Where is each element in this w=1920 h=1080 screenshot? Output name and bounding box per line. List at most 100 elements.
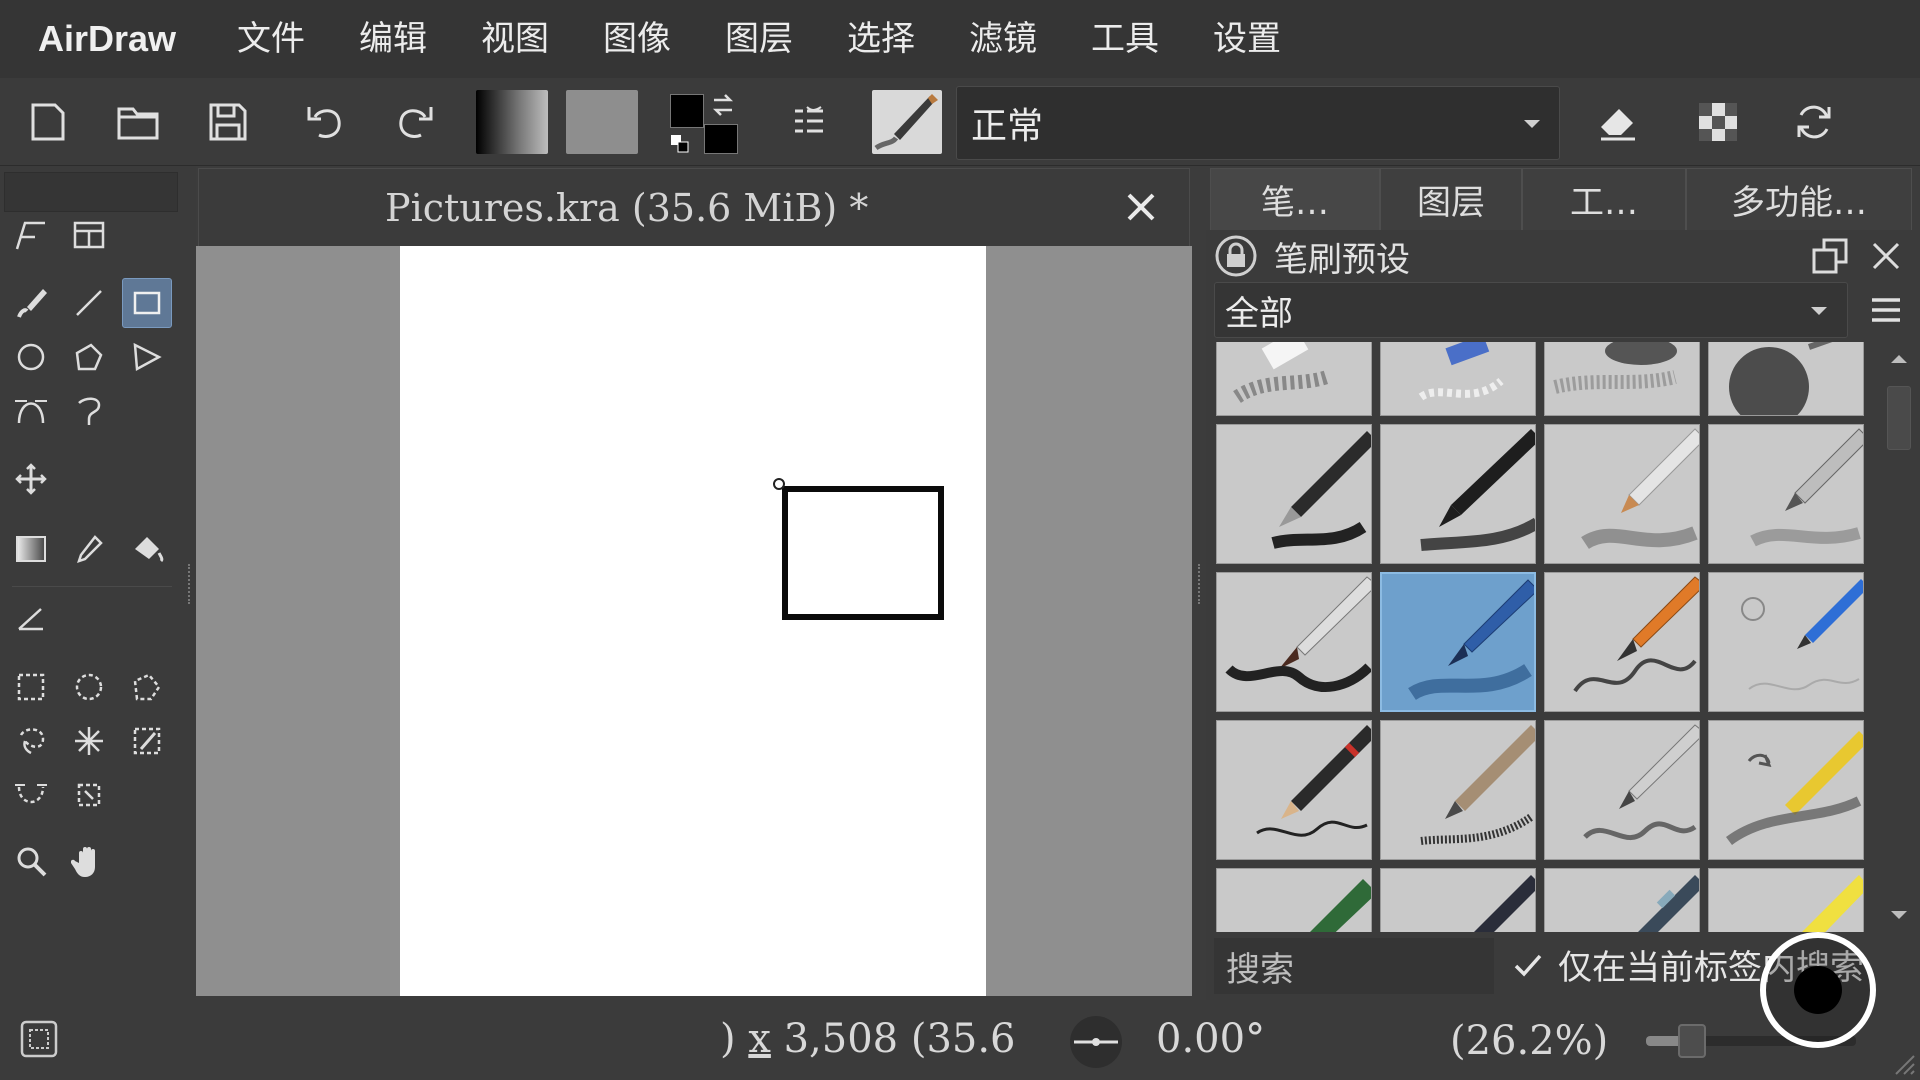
menu-filter[interactable]: 滤镜 [942,0,1064,78]
lock-icon[interactable] [1214,234,1258,278]
line-tool[interactable] [64,278,114,328]
brush-preset-fineliner[interactable] [1544,720,1700,860]
menu-edit[interactable]: 编辑 [332,0,454,78]
close-icon[interactable] [1866,236,1906,276]
freehand-select-tool[interactable] [6,716,56,766]
image-dimensions: ) x 3,508 (35.6 [720,1016,1016,1062]
brush-preset-pencil-blue[interactable] [1708,572,1864,712]
menu-tools[interactable]: 工具 [1064,0,1186,78]
dock-splitter[interactable] [1198,564,1202,604]
undo-button[interactable] [298,94,354,150]
polyline-tool[interactable] [122,332,172,382]
menu-layer[interactable]: 图层 [698,0,820,78]
brush-preset-pencil-dark[interactable] [1216,720,1372,860]
brush-preset-pencil-graphite[interactable] [1380,720,1536,860]
fill-tool[interactable] [122,524,172,574]
tab-layers[interactable]: 图层 [1380,168,1522,230]
ellipse-select-tool[interactable] [64,662,114,712]
freehand-path-tool[interactable] [64,386,114,436]
rectangle-select-tool[interactable] [6,662,56,712]
float-panel-icon[interactable] [1810,236,1850,276]
canvas-viewport[interactable] [196,246,1192,996]
swap-colors-icon[interactable] [708,90,738,120]
menu-select[interactable]: 选择 [820,0,942,78]
foreground-color-swatch[interactable] [670,94,704,128]
layout-tool[interactable] [64,210,114,260]
canvas-page[interactable] [400,246,986,996]
background-color-swatch[interactable] [704,124,738,154]
polygon-select-tool[interactable] [122,662,172,712]
current-brush-preset[interactable] [872,90,942,154]
pattern-selector[interactable] [566,90,638,154]
color-selector[interactable] [666,90,746,156]
brush-preset-eraser-soft[interactable] [1216,342,1372,416]
brush-preset-technical[interactable] [1544,868,1700,932]
menu-image[interactable]: 图像 [576,0,698,78]
brush-preset-pencil-green[interactable] [1216,868,1372,932]
zoom-tool[interactable] [6,836,56,886]
freehand-brush-tool[interactable] [6,278,56,328]
measure-tool[interactable] [6,594,56,644]
reload-preset-button[interactable] [1786,94,1842,150]
gradient-tool[interactable] [6,524,56,574]
brush-preset-marker[interactable] [1544,424,1700,564]
brush-settings-button[interactable] [780,94,836,150]
magic-wand-tool[interactable] [64,716,114,766]
polygon-tool[interactable] [64,332,114,382]
similar-color-select-tool[interactable] [122,716,172,766]
brush-preset-technical-pen[interactable] [1708,424,1864,564]
bezier-select-tool[interactable] [6,770,56,820]
rectangle-tool[interactable] [122,278,172,328]
transform-tool[interactable] [6,210,56,260]
hamburger-menu-icon[interactable] [1866,290,1906,330]
menu-file[interactable]: 文件 [210,0,332,78]
bezier-curve-tool[interactable] [6,386,56,436]
brush-preset-eraser-texture[interactable] [1544,342,1700,416]
ellipse-tool[interactable] [6,332,56,382]
save-button[interactable] [200,94,256,150]
brush-search-input[interactable]: 搜索 [1214,938,1494,994]
brush-preset-eraser-hard[interactable] [1380,342,1536,416]
resize-grip-icon[interactable] [1892,1052,1916,1076]
menu-settings[interactable]: 设置 [1186,0,1308,78]
close-icon[interactable] [1121,187,1161,227]
tab-advanced-color[interactable]: 多功能… [1686,168,1912,230]
magnetic-select-tool[interactable] [64,770,114,820]
redo-button[interactable] [386,94,442,150]
brush-preset-pen-dark[interactable] [1380,868,1536,932]
brush-preset-fine-brush[interactable] [1544,572,1700,712]
shape-handle[interactable] [773,478,785,490]
brush-preset-ink-pen[interactable] [1216,424,1372,564]
brush-preset-highlighter[interactable] [1708,868,1864,932]
menu-view[interactable]: 视图 [454,0,576,78]
color-picker-tool[interactable] [64,524,114,574]
gradient-selector[interactable] [476,90,548,154]
tag-filter-select[interactable]: 全部 [1214,282,1848,338]
dimensions-value: 3,508 (35.6 [783,1016,1016,1062]
scroll-up-icon[interactable] [1886,346,1912,372]
open-document-button[interactable] [110,94,166,150]
tab-brush-presets[interactable]: 笔… [1210,168,1380,230]
checkmark-icon[interactable] [1510,948,1546,984]
zoom-slider-handle[interactable] [1678,1024,1707,1058]
tab-tool-options[interactable]: 工… [1522,168,1686,230]
new-document-button[interactable] [20,94,76,150]
scroll-down-icon[interactable] [1886,902,1912,928]
blend-mode-select[interactable]: 正常 [956,86,1560,160]
brush-preset-ink-brush[interactable] [1216,572,1372,712]
brush-preset-airbrush[interactable] [1708,342,1864,416]
eraser-mode-button[interactable] [1590,94,1646,150]
document-tab[interactable]: Pictures.kra (35.6 MiB) * [198,168,1190,246]
brush-preset-ink-pen-fade[interactable] [1380,424,1536,564]
brush-preset-watercolor-selected[interactable] [1380,572,1536,712]
selection-mode-icon[interactable] [18,1018,60,1060]
scroll-thumb[interactable] [1887,386,1911,450]
brush-grid-scrollbar[interactable] [1882,342,1916,934]
pan-tool[interactable] [64,836,114,886]
brush-preset-smudge[interactable] [1708,720,1864,860]
toolbox-splitter[interactable] [188,564,192,604]
alpha-lock-button[interactable] [1690,94,1746,150]
reset-colors-icon[interactable] [670,134,690,154]
rotation-dial-icon[interactable] [1066,1012,1126,1072]
move-tool[interactable] [6,454,56,504]
